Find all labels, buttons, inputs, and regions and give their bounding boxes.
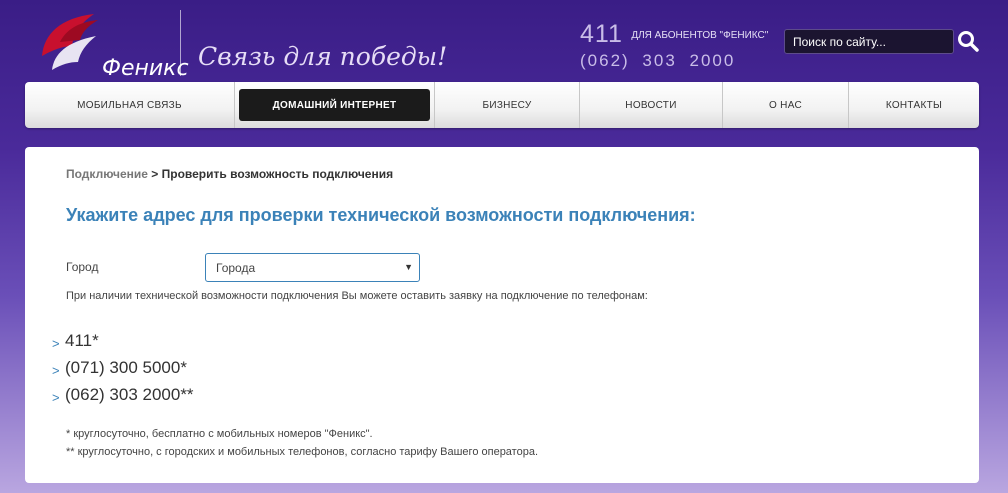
phone-number: 411* (65, 330, 99, 350)
nav-item-mobile[interactable]: МОБИЛЬНАЯ СВЯЗЬ (25, 82, 235, 128)
nav-item-label: ДОМАШНИЙ ИНТЕРНЕТ (238, 89, 431, 121)
page-title: Укажите адрес для проверки технической в… (66, 205, 696, 225)
phone-short: 411 (580, 20, 623, 48)
breadcrumb-link[interactable]: Подключение (66, 167, 148, 181)
nav-item-label: О НАС (769, 99, 802, 111)
site-header: Феникс Связь для победы! 411 ДЛЯ АБОНЕНТ… (0, 0, 1008, 82)
nav-item-home-internet[interactable]: ДОМАШНИЙ ИНТЕРНЕТ (235, 82, 435, 128)
phone-long: (062) 303 2000 (580, 51, 736, 70)
nav-item-contacts[interactable]: КОНТАКТЫ (849, 82, 979, 128)
breadcrumb-separator: > (151, 167, 159, 181)
slogan: Связь для победы! (198, 42, 448, 71)
chevron-right-icon: > (52, 336, 60, 351)
nav-item-about[interactable]: О НАС (723, 82, 849, 128)
nav-item-label: МОБИЛЬНАЯ СВЯЗЬ (77, 99, 182, 111)
info-text: При наличии технической возможности подк… (66, 290, 648, 302)
logo[interactable]: Феникс (38, 6, 189, 81)
phone-list: > 411* > (071) 300 5000* > (062) 303 200… (52, 327, 194, 408)
main-nav: МОБИЛЬНАЯ СВЯЗЬ ДОМАШНИЙ ИНТЕРНЕТ БИЗНЕС… (25, 82, 979, 128)
nav-item-news[interactable]: НОВОСТИ (580, 82, 723, 128)
nav-item-label: БИЗНЕСУ (482, 99, 532, 111)
city-select[interactable]: Города ▼ (205, 253, 420, 282)
list-item: > (071) 300 5000* (52, 354, 194, 381)
chevron-right-icon: > (52, 363, 60, 378)
header-divider (180, 10, 181, 76)
phone-note: ДЛЯ АБОНЕНТОВ "ФЕНИКС" (631, 30, 769, 41)
list-item: > 411* (52, 327, 194, 354)
search-button[interactable] (956, 29, 980, 53)
logo-text: Феникс (102, 56, 189, 81)
breadcrumb: Подключение > Проверить возможность подк… (66, 167, 393, 181)
nav-item-business[interactable]: БИЗНЕСУ (435, 82, 580, 128)
footnote: * круглосуточно, бесплатно с мобильных н… (66, 428, 373, 440)
header-phones: 411 ДЛЯ АБОНЕНТОВ "ФЕНИКС" (062) 303 200… (580, 20, 768, 71)
nav-item-label: НОВОСТИ (625, 99, 677, 111)
chevron-down-icon: ▼ (404, 262, 413, 272)
nav-item-label: КОНТАКТЫ (885, 99, 943, 111)
city-label: Город (66, 260, 99, 274)
phone-number: (062) 303 2000** (65, 384, 194, 404)
phone-number: (071) 300 5000* (65, 357, 187, 377)
main-content: Подключение > Проверить возможность подк… (25, 147, 979, 483)
city-select-value: Города (216, 260, 256, 275)
list-item: > (062) 303 2000** (52, 381, 194, 408)
search-input[interactable] (784, 29, 954, 54)
footnote: ** круглосуточно, с городских и мобильны… (66, 446, 539, 458)
chevron-right-icon: > (52, 390, 60, 405)
search-icon (958, 31, 979, 52)
breadcrumb-current: Проверить возможность подключения (161, 167, 394, 181)
